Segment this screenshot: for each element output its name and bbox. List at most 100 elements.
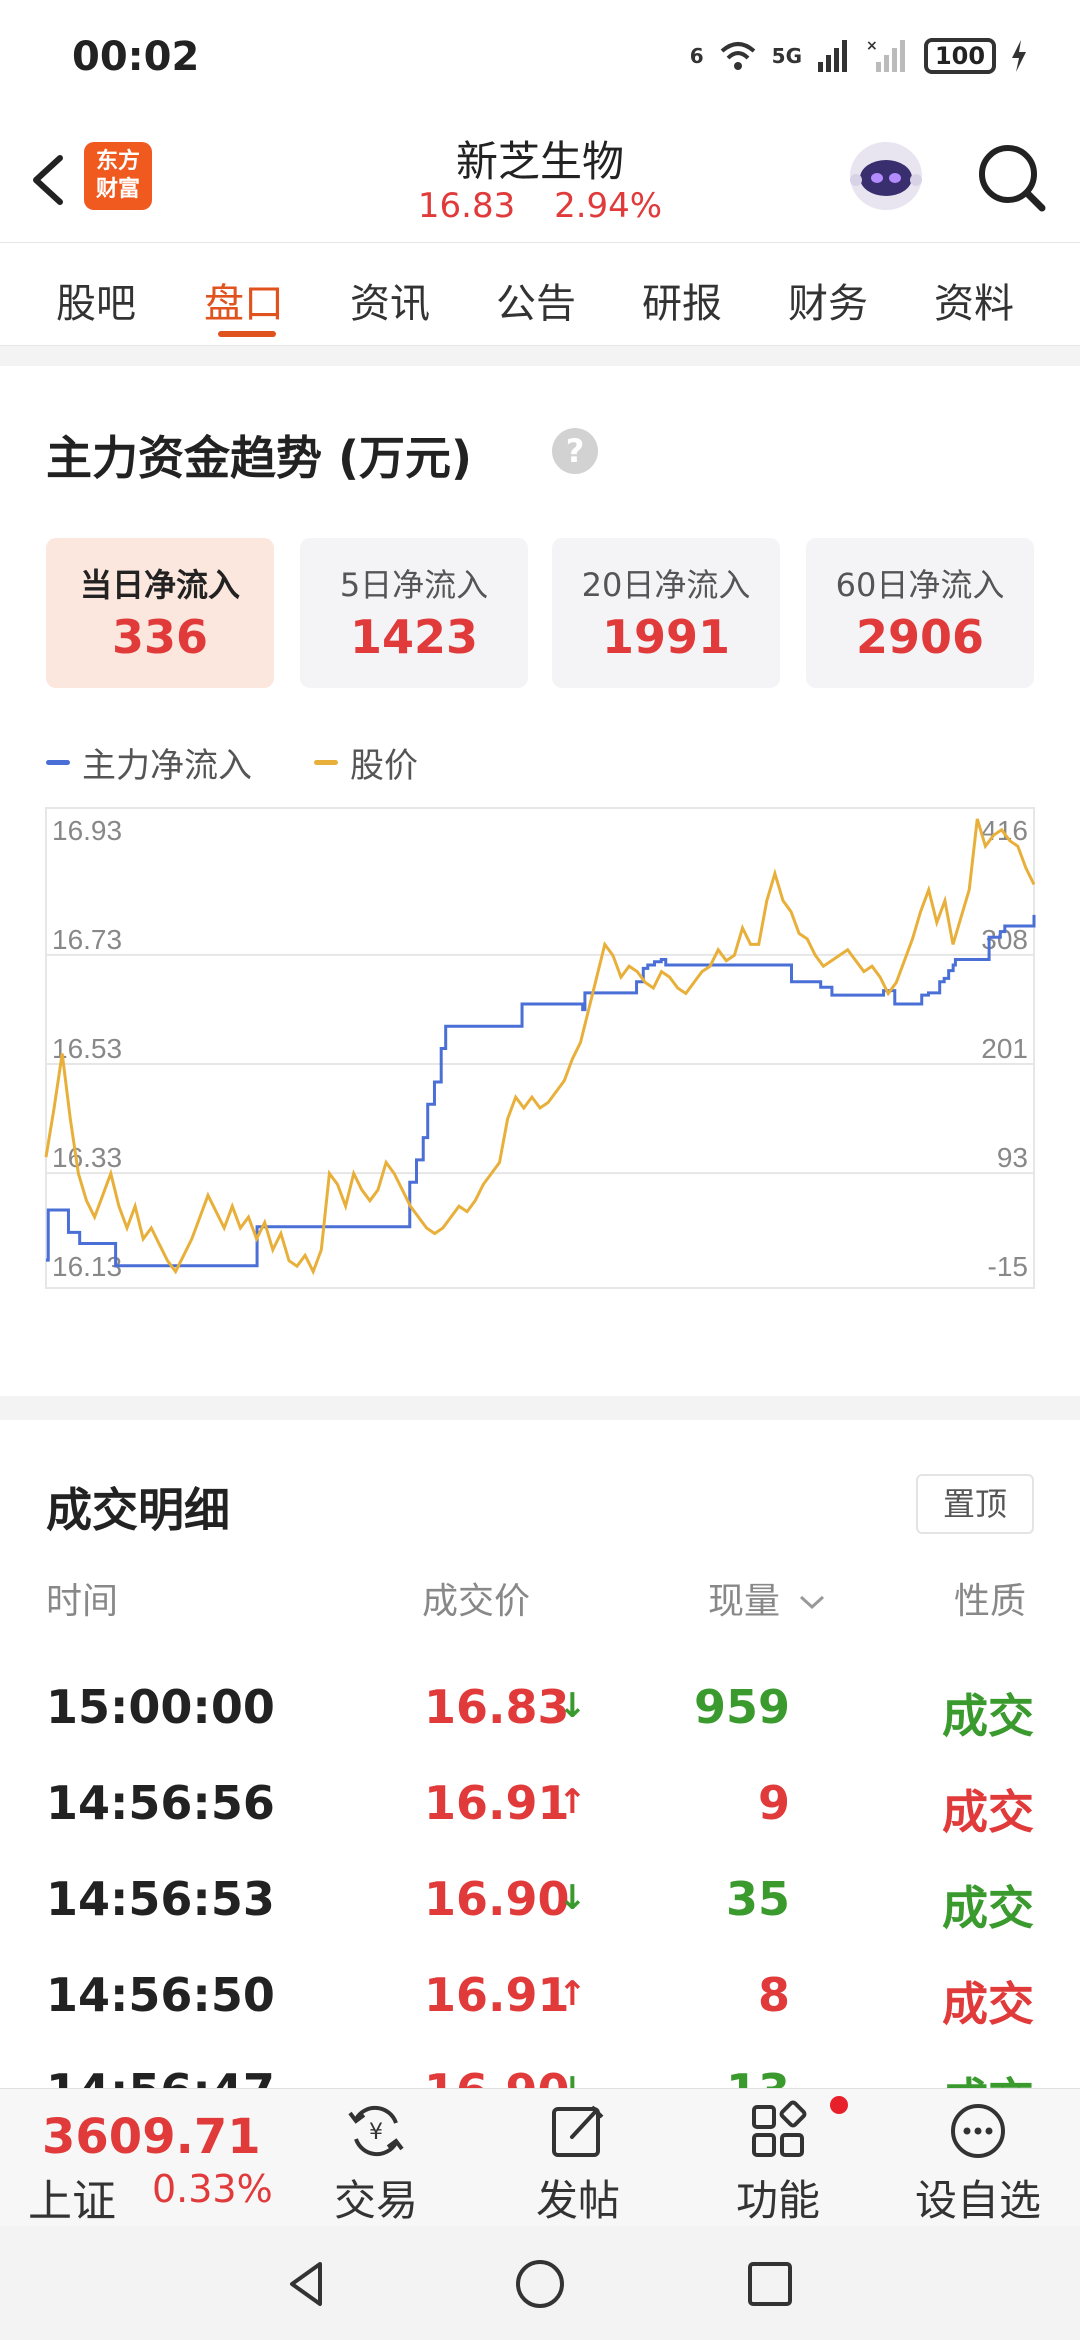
signal-icon [818, 40, 847, 72]
left-tick-label: 16.73 [52, 924, 122, 955]
flow-box-5d[interactable]: 5日净流入 1423 [300, 538, 528, 688]
col-head-volume[interactable]: 现量 [708, 1572, 827, 1624]
status-bar: 00:02 6 5G × 100 [0, 0, 1080, 118]
help-icon[interactable]: ? [552, 428, 598, 474]
col-head-time: 时间 [46, 1581, 119, 1622]
right-tick-label: 93 [997, 1142, 1028, 1173]
index-name: 上证 [28, 2176, 116, 2227]
nav-add-watchlist[interactable]: 设自选 [898, 2099, 1058, 2225]
nav-trade[interactable]: ¥ 交易 [296, 2099, 456, 2225]
trade-row: 14:56:50 16.91 ↑ 8 成交 [0, 1950, 1080, 2046]
tab-pankou[interactable]: 盘口 [204, 271, 284, 329]
flow-box-20d[interactable]: 20日净流入 1991 [552, 538, 780, 688]
tab-research[interactable]: 研报 [642, 271, 722, 329]
status-time: 00:02 [72, 34, 200, 80]
trade-row: 14:56:53 16.90 ↓ 35 成交 [0, 1854, 1080, 1950]
flow-value: 1423 [349, 610, 479, 664]
nav-functions[interactable]: 功能 [698, 2099, 858, 2225]
legend-label: 主力净流入 [82, 746, 252, 786]
notification-dot [830, 2096, 848, 2114]
system-navigation-bar [0, 2226, 1080, 2340]
trade-volume: 13 [726, 2064, 790, 2090]
trade-volume: 8 [757, 1968, 790, 2022]
trade-type: 成交 [942, 2064, 1034, 2090]
more-circle-icon [951, 2104, 1005, 2158]
trade-type: 成交 [942, 1881, 1034, 1935]
trade-detail-card: 成交明细 置顶 时间 成交价 现量 性质 15:00:00 16.83 ↓ 95… [0, 1420, 1080, 2090]
grid-apps-icon [752, 2100, 807, 2157]
search-button[interactable] [972, 138, 1052, 218]
tab-announcements[interactable]: 公告 [496, 271, 576, 329]
status-icons: 6 5G × 100 [690, 32, 1028, 80]
pin-top-button[interactable]: 置顶 [916, 1474, 1034, 1534]
series-price-line [44, 818, 1036, 1276]
trade-row: 14:56:56 16.91 ↑ 9 成交 [0, 1758, 1080, 1854]
flow-value: 2906 [855, 610, 985, 664]
x-label-end: 15:00 [964, 1305, 1034, 1306]
tab-guba[interactable]: 股吧 [56, 271, 136, 329]
tab-profile[interactable]: 资料 [934, 271, 1014, 329]
trade-type: 成交 [942, 1785, 1034, 1839]
nav-back-icon[interactable] [280, 2256, 336, 2312]
index-change: 0.33% [152, 2167, 273, 2211]
left-tick-label: 16.93 [52, 815, 122, 846]
x-label-start: 09:30 [46, 1305, 116, 1306]
chevron-down-icon [800, 1595, 825, 1610]
trade-price: 16.83 [424, 1680, 570, 1734]
svg-text:¥: ¥ [369, 2120, 383, 2145]
index-value: 3609.71 [42, 2109, 261, 2165]
flow-box-60d[interactable]: 60日净流入 2906 [806, 538, 1034, 688]
stock-price: 16.83 [417, 186, 516, 226]
flow-value: 1991 [601, 610, 731, 664]
trade-time: 15:00:00 [46, 1680, 275, 1734]
assistant-robot-icon[interactable] [844, 134, 928, 218]
nav-recents-icon[interactable] [742, 2256, 798, 2312]
trade-volume: 959 [693, 1680, 790, 1734]
legend-swatch-orange [314, 760, 338, 765]
trade-time: 14:56:47 [46, 2064, 275, 2090]
trade-detail-title: 成交明细 [46, 1483, 230, 1537]
nav-post[interactable]: 发帖 [498, 2099, 658, 2225]
trade-row: 14:56:47 16.90 ↓ 13 成交 [0, 2046, 1080, 2090]
legend-swatch-blue [46, 760, 70, 765]
flow-value: 336 [111, 610, 209, 664]
arrow-down-icon: ↓ [558, 1686, 587, 1726]
chart-legend: 主力净流入 股价 [46, 738, 480, 787]
tab-news[interactable]: 资讯 [350, 271, 430, 329]
chart-frame [45, 807, 1035, 1289]
fund-trend-chart[interactable]: 16.9316.7316.5316.3316.1341630820193-150… [0, 806, 1080, 1306]
tab-finance[interactable]: 财务 [788, 271, 868, 329]
trade-row: 15:00:00 16.83 ↓ 959 成交 [0, 1662, 1080, 1758]
nav-label: 发帖 [535, 2176, 620, 2225]
trade-time: 14:56:56 [46, 1776, 275, 1830]
nav-home-icon[interactable] [512, 2256, 568, 2312]
svg-text:×: × [866, 38, 878, 54]
col-head-volume-label: 现量 [708, 1581, 781, 1622]
trade-volume: 35 [725, 1872, 790, 1926]
fund-trend-card: 主力资金趋势 (万元) ? 当日净流入 336 5日净流入 1423 20日净流… [0, 366, 1080, 1396]
flow-label: 20日净流入 [581, 566, 751, 604]
search-icon [979, 145, 1046, 212]
battery-indicator: 100 [924, 38, 996, 74]
charging-icon [1012, 40, 1026, 72]
flow-label: 60日净流入 [835, 566, 1005, 604]
trade-price: 16.90 [424, 2064, 570, 2090]
left-tick-label: 16.13 [52, 1251, 122, 1282]
wifi-icon [720, 42, 755, 70]
arrow-up-icon: ↑ [558, 1974, 587, 2014]
fund-trend-title: 主力资金趋势 (万元) [46, 431, 473, 485]
nav-label: 交易 [333, 2176, 418, 2225]
bottom-nav: 3609.71 上证 0.33% ¥ 交易 发帖 功能 设自选 [0, 2088, 1080, 2227]
trade-type: 成交 [942, 1977, 1034, 2031]
col-head-price: 成交价 [422, 1581, 531, 1622]
trade-price: 16.91 [424, 1776, 570, 1830]
right-tick-label: -15 [988, 1251, 1028, 1282]
flow-box-today[interactable]: 当日净流入 336 [46, 538, 274, 688]
tab-bar: 股吧 盘口 资讯 公告 研报 财务 资料 [0, 242, 1080, 346]
signal-off-icon: × [866, 38, 905, 72]
active-tab-indicator [218, 331, 276, 337]
nav-label: 设自选 [914, 2176, 1041, 2225]
left-tick-label: 16.33 [52, 1142, 122, 1173]
arrow-down-icon: ↓ [558, 1878, 587, 1918]
legend-price: 股价 [314, 738, 418, 787]
